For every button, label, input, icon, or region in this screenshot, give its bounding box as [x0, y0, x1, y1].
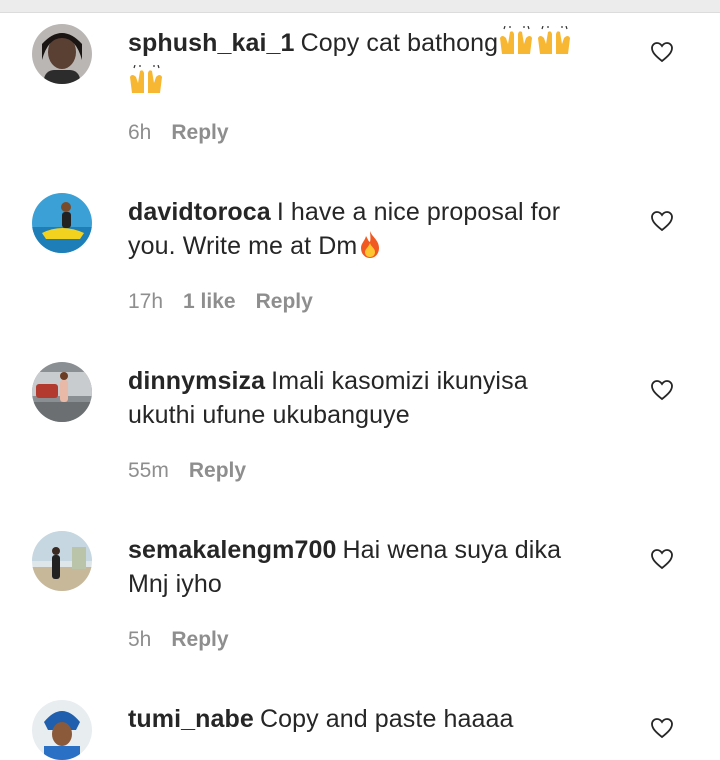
comment-body: Imali kasomizi ikunyisa — [271, 367, 528, 395]
top-divider — [0, 0, 720, 13]
fire-icon — [357, 229, 383, 268]
comment-body-line2: Mnj iyho — [128, 570, 222, 598]
comment-text: sphush_kai_1 Copy cat bathong — [128, 25, 608, 104]
comment-body: Copy cat bathong — [300, 29, 499, 57]
reply-button[interactable]: Reply — [171, 121, 228, 144]
avatar[interactable] — [32, 24, 92, 84]
comment-username[interactable]: semakalengm700 — [128, 536, 336, 564]
comment-body: I have a nice proposal for — [276, 198, 561, 226]
comment-body: Hai wena suya dika — [342, 536, 562, 564]
heart-icon[interactable] — [650, 209, 674, 233]
comment-body-line2: ukuthi ufune ukubanguye — [128, 401, 410, 429]
heart-icon[interactable] — [650, 378, 674, 402]
comment-username[interactable]: tumi_nabe — [128, 705, 254, 733]
comment-text: semakalengm700 Hai wena suya dika Mnj iyh… — [128, 533, 608, 601]
comment-body-line2: you. Write me at Dm — [128, 232, 358, 260]
comment-time: 6h — [128, 121, 152, 144]
reply-button[interactable]: Reply — [171, 628, 228, 651]
likes-count[interactable]: 1 like — [183, 290, 236, 313]
comment-meta: 5h Reply — [128, 628, 249, 652]
raising-hands-icon — [498, 25, 536, 65]
comment-time: 17h — [128, 290, 164, 313]
comment-text: davidtoroca I have a nice proposal for yo… — [128, 195, 608, 268]
raising-hands-icon — [128, 64, 166, 104]
comment-text: tumi_nabe Copy and paste haaaa — [128, 702, 608, 736]
heart-icon[interactable] — [650, 40, 674, 64]
comment-time: 5h — [128, 628, 152, 651]
comment-username[interactable]: dinnymsiza — [128, 367, 265, 395]
avatar[interactable] — [32, 362, 92, 422]
heart-icon[interactable] — [650, 547, 674, 571]
comment-body: Copy and paste haaaa — [259, 705, 514, 733]
avatar[interactable] — [32, 193, 92, 253]
heart-icon[interactable] — [650, 716, 674, 740]
reply-button[interactable]: Reply — [256, 290, 313, 313]
raising-hands-icon — [536, 25, 574, 65]
avatar[interactable] — [32, 531, 92, 591]
avatar[interactable] — [32, 700, 92, 760]
comment-username[interactable]: sphush_kai_1 — [128, 29, 295, 57]
reply-button[interactable]: Reply — [189, 459, 246, 482]
comment-meta: 55m Reply — [128, 459, 266, 483]
comment-meta: 17h 1 like Reply — [128, 290, 333, 314]
comment-time: 55m — [128, 459, 169, 482]
comment-username[interactable]: davidtoroca — [128, 198, 271, 226]
comment-text: dinnymsiza Imali kasomizi ikunyisa ukuthi… — [128, 364, 608, 432]
comment-meta: 6h Reply — [128, 121, 249, 145]
